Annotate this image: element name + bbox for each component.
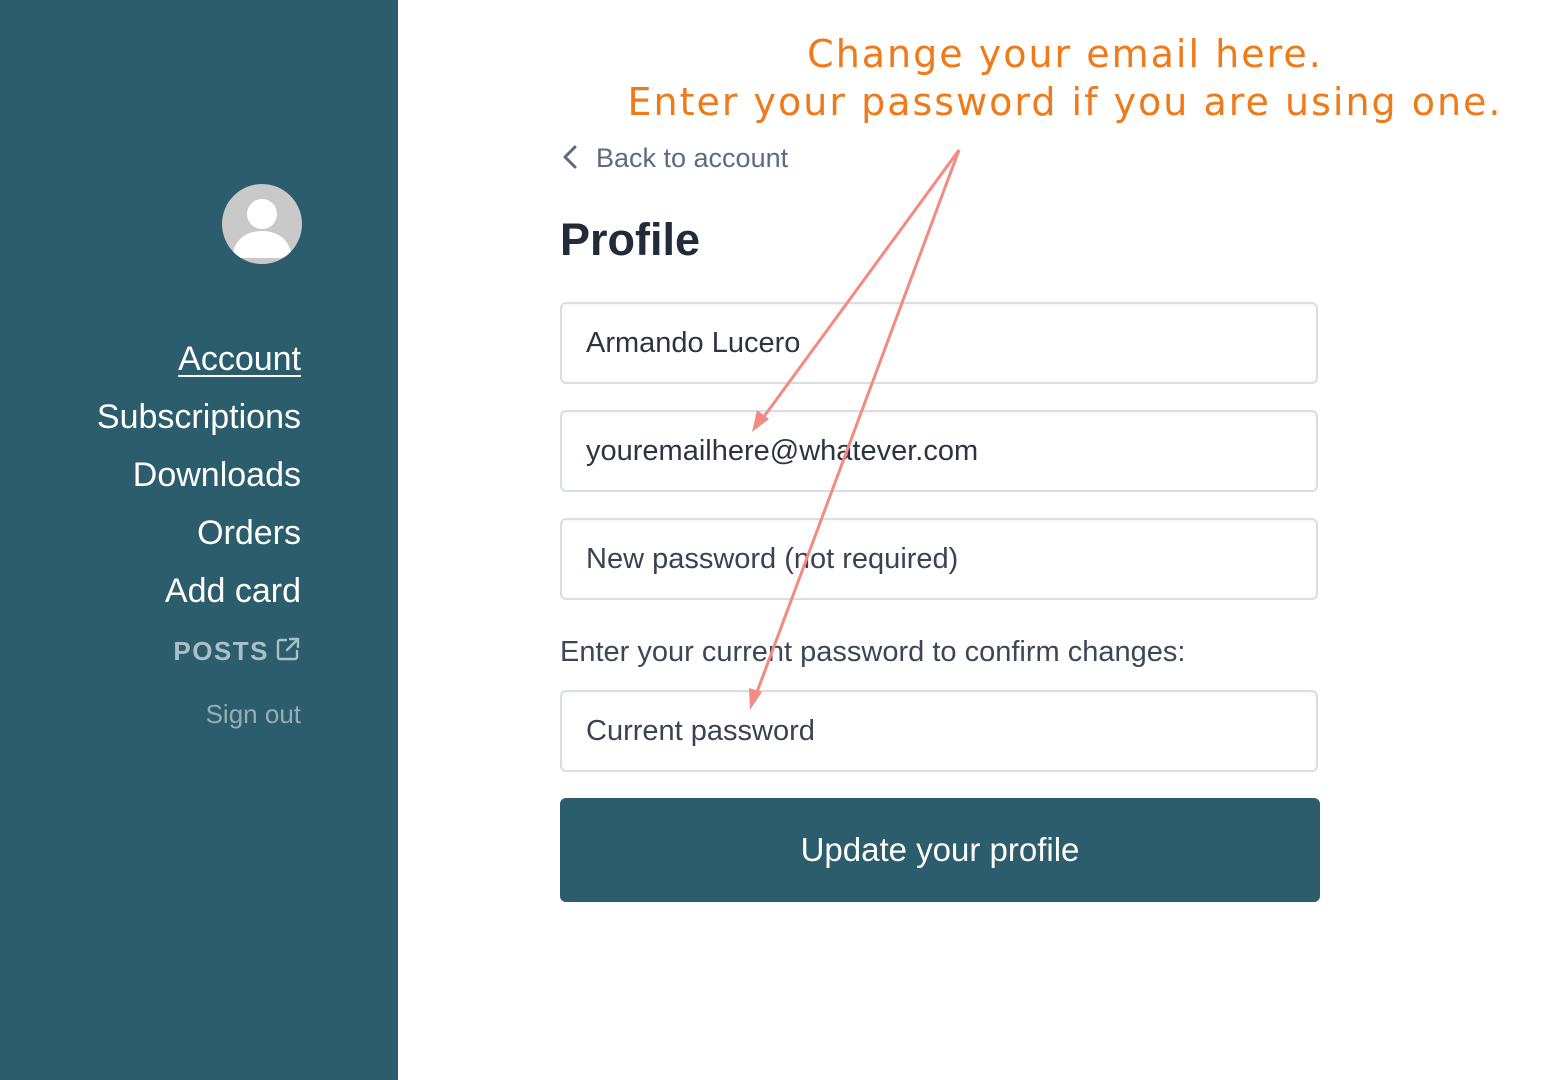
annotation-line-2: Enter your password if you are using one… [627,80,1503,124]
new-password-field[interactable] [560,518,1318,600]
external-link-icon [275,626,301,680]
back-to-account-link[interactable]: Back to account [562,138,788,181]
confirm-password-label: Enter your current password to confirm c… [560,636,1186,668]
update-profile-button[interactable]: Update your profile [560,798,1320,902]
annotation-note: Change your email here. Enter your passw… [560,30,1556,126]
nav-downloads[interactable]: Downloads [97,446,301,504]
email-field[interactable] [560,410,1318,492]
page-title: Profile [560,214,701,265]
nav-subscriptions[interactable]: Subscriptions [97,388,301,446]
back-link-label: Back to account [596,143,789,173]
nav-posts[interactable]: POSTS [97,624,301,678]
profile-page: Account Subscriptions Downloads Orders A… [0,0,1556,1080]
user-avatar-icon [222,184,302,264]
sidebar: Account Subscriptions Downloads Orders A… [0,0,398,1080]
account-nav: Account Subscriptions Downloads Orders A… [97,330,301,734]
nav-account[interactable]: Account [97,330,301,388]
nav-posts-label: POSTS [173,636,269,666]
nav-add-card[interactable]: Add card [97,562,301,620]
nav-orders[interactable]: Orders [97,504,301,562]
chevron-left-icon [562,141,578,181]
annotation-line-1: Change your email here. [807,32,1323,76]
current-password-field[interactable] [560,690,1318,772]
nav-sign-out[interactable]: Sign out [97,694,301,734]
name-field[interactable] [560,302,1318,384]
